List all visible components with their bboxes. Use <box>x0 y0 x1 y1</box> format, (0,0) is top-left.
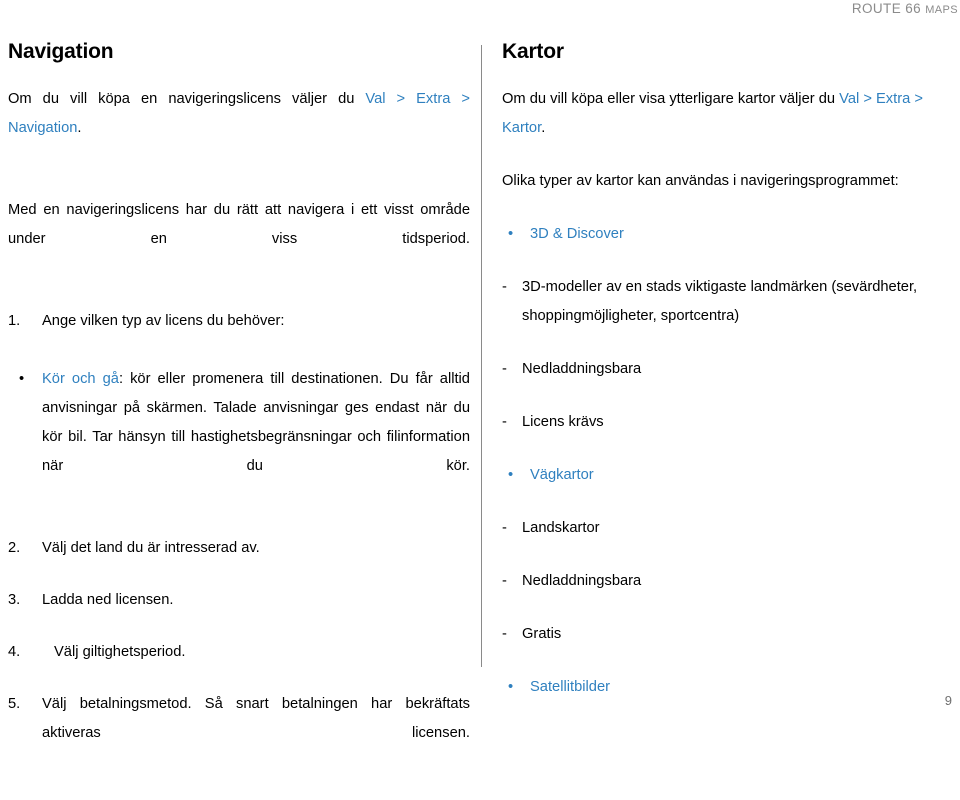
list-item: 2. Välj det land du är intresserad av. <box>8 534 470 563</box>
license-type-bullet: • Kör och gå: kör eller promenera till de… <box>8 365 470 510</box>
dash-marker-icon: - <box>502 573 507 590</box>
list-item: 4. Välj giltighetsperiod. <box>8 638 470 667</box>
license-type-name[interactable]: Kör och gå <box>42 371 119 387</box>
dash-marker-icon: - <box>502 520 507 537</box>
right-section-title: Kartor <box>502 40 564 63</box>
step-text: Ladda ned licensen. <box>42 592 174 609</box>
bullet-dot-icon: • <box>508 226 514 243</box>
list-item: - Nedladdningsbara <box>502 567 960 596</box>
brand-small-text: MAPS <box>925 4 958 16</box>
map-type-name: Vägkartor <box>530 467 594 484</box>
dash-marker-icon: - <box>502 414 507 431</box>
left-section-title: Navigation <box>8 40 114 63</box>
brand-label: ROUTE 66 MAPS <box>852 1 958 16</box>
map-feature-text: Gratis <box>522 626 562 643</box>
list-item: -3D-modeller av en stads viktigaste land… <box>502 273 960 331</box>
right-intro-prefix: Om du vill köpa eller visa ytterligare k… <box>502 91 840 108</box>
list-item: 1. Ange vilken typ av licens du behöver: <box>8 307 470 336</box>
left-intro-prefix: Om du vill köpa en navigeringslicens väl… <box>8 91 366 108</box>
left-intro-suffix: . <box>77 120 82 137</box>
list-item: - Gratis <box>502 620 960 649</box>
map-type-name: 3D & Discover <box>530 226 624 243</box>
step-number: 1. <box>8 313 21 330</box>
left-column: Navigation Om du vill köpa en navigering… <box>8 40 470 800</box>
page-number: 9 <box>944 693 952 708</box>
two-column-body: Navigation Om du vill köpa en navigering… <box>0 40 960 741</box>
map-feature-text: Nedladdningsbara <box>522 573 642 590</box>
map-feature-text: Licens krävs <box>522 414 604 431</box>
step-number: 3. <box>8 592 21 609</box>
dash-marker-icon: - <box>502 279 507 296</box>
left-step-list-part2: 2. Välj det land du är intresserad av. 3.… <box>8 534 470 777</box>
right-body-paragraph: Olika typer av kartor kan användas i nav… <box>502 173 899 190</box>
dash-marker-icon: - <box>502 361 507 378</box>
right-intro-paragraph: Om du vill köpa eller visa ytterligare k… <box>502 85 960 143</box>
right-column: Kartor Om du vill köpa eller visa ytterl… <box>502 40 960 726</box>
bullet-dot-icon: • <box>19 371 25 388</box>
left-step-list-part1: 1. Ange vilken typ av licens du behöver: <box>8 307 470 336</box>
step-text: Välj giltighetsperiod. <box>54 644 186 661</box>
left-body-paragraph: Med en navigeringslicens har du rätt att… <box>8 202 470 248</box>
step-number: 2. <box>8 540 21 557</box>
step-number: 4. <box>8 644 21 661</box>
map-feature-text: Nedladdningsbara <box>522 361 642 378</box>
right-intro-suffix: . <box>541 120 546 137</box>
map-feature-text: 3D-modeller av en stads viktigaste landm… <box>522 279 918 325</box>
list-item: - Nedladdningsbara <box>502 355 960 384</box>
running-header: ROUTE 66 MAPS <box>0 0 960 22</box>
list-item: - Landskartor <box>502 514 960 543</box>
dash-marker-icon: - <box>502 626 507 643</box>
step-text: Välj det land du är intresserad av. <box>42 540 260 557</box>
map-type-heading-vagkartor[interactable]: • Vägkartor <box>502 461 960 490</box>
left-intro-paragraph: Om du vill köpa en navigeringslicens väl… <box>8 85 470 172</box>
column-divider <box>481 45 482 667</box>
list-item: 3. Ladda ned licensen. <box>8 586 470 615</box>
bullet-dot-icon: • <box>508 467 514 484</box>
brand-main-text: ROUTE 66 <box>851 1 926 16</box>
map-feature-text: Landskartor <box>522 520 600 537</box>
map-type-heading-3d-discover[interactable]: • 3D & Discover <box>502 220 960 249</box>
step-text: Ange vilken typ av licens du behöver: <box>42 313 285 330</box>
list-item: - Licens krävs <box>502 408 960 437</box>
page-footer: 9 <box>0 692 960 710</box>
